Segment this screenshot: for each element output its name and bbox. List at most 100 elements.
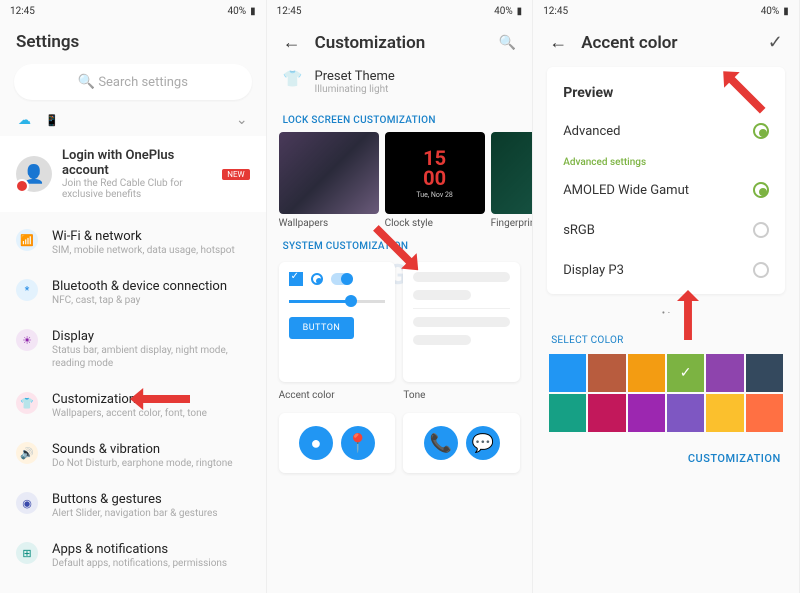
label-clock: Clock style xyxy=(385,218,485,229)
menu-subtitle: NFC, cast, tap & pay xyxy=(52,294,227,307)
preset-title: Preset Theme xyxy=(315,69,395,84)
label-wallpapers: Wallpapers xyxy=(279,218,379,229)
tone-card[interactable] xyxy=(403,262,520,382)
menu-item-buttons-gestures[interactable]: ◉ Buttons & gestures Alert Slider, navig… xyxy=(0,481,266,531)
advanced-settings-label: Advanced settings xyxy=(547,151,785,170)
color-swatch[interactable] xyxy=(549,394,586,432)
menu-item-customization[interactable]: 👕 Customization Wallpapers, accent color… xyxy=(0,381,266,431)
menu-title: Sounds & vibration xyxy=(52,442,233,457)
color-mode-option[interactable]: sRGB xyxy=(547,210,785,250)
radio-icon xyxy=(311,273,323,285)
shape-card[interactable]: 📞 💬 xyxy=(403,413,520,473)
menu-title: Apps & notifications xyxy=(52,542,227,557)
menu-item-display[interactable]: ☀ Display Status bar, ambient display, n… xyxy=(0,318,266,381)
radio-off-icon xyxy=(753,262,769,278)
lock-scroller[interactable]: 15 00 Tue, Nov 28 xyxy=(267,132,533,214)
clock-date: Tue, Nov 28 xyxy=(416,192,452,199)
page-title: Customization xyxy=(315,33,426,53)
preview-advanced-row[interactable]: Advanced xyxy=(547,111,785,151)
search-placeholder: Search settings xyxy=(98,75,188,90)
search-button[interactable] xyxy=(499,35,516,51)
menu-title: Buttons & gestures xyxy=(52,492,218,507)
login-subtitle: Join the Red Cable Club for exclusive be… xyxy=(62,178,212,200)
color-swatch[interactable] xyxy=(549,354,586,392)
menu-item-sounds-vibration[interactable]: 🔊 Sounds & vibration Do Not Disturb, ear… xyxy=(0,431,266,481)
settings-pane: 12:45 40% ▮ Settings Search settings 👤 L… xyxy=(0,0,267,593)
select-color-header: SELECT COLOR xyxy=(533,325,799,354)
wallpaper-card[interactable] xyxy=(279,132,379,214)
color-mode-option[interactable]: Display P3 xyxy=(547,250,785,290)
login-row[interactable]: 👤 Login with OnePlus account Join the Re… xyxy=(0,136,266,212)
lock-labels: Wallpapers Clock style Fingerprint xyxy=(267,214,533,231)
color-swatch[interactable] xyxy=(706,354,743,392)
label-accent: Accent color xyxy=(279,390,396,401)
icon-pack-card[interactable]: ● 📍 xyxy=(279,413,396,473)
color-mode-option[interactable]: AMOLED Wide Gamut xyxy=(547,170,785,210)
menu-icon: * xyxy=(16,279,38,301)
menu-icon: ☀ xyxy=(16,329,38,351)
customization-pane: 12:45 40%▮ Customization Preset Theme Il… xyxy=(267,0,534,593)
menu-subtitle: Alert Slider, navigation bar & gestures xyxy=(52,507,218,520)
page-title: Accent color xyxy=(581,33,677,53)
option-label: sRGB xyxy=(563,223,595,238)
settings-header: Settings xyxy=(0,22,266,58)
back-button[interactable] xyxy=(549,32,567,53)
search-input[interactable]: Search settings xyxy=(14,64,252,100)
battery-icon: ▮ xyxy=(250,6,256,17)
confirm-button[interactable] xyxy=(768,32,783,53)
customization-link[interactable]: CUSTOMIZATION xyxy=(533,432,799,473)
color-swatch[interactable]: ✓ xyxy=(667,354,704,392)
preset-theme-row[interactable]: Preset Theme Illuminating light xyxy=(267,59,533,105)
color-swatch[interactable] xyxy=(706,394,743,432)
chevron-down-icon xyxy=(236,112,248,128)
avatar: 👤 xyxy=(16,156,52,192)
slider-icon xyxy=(289,300,386,303)
clock-style-card[interactable]: 15 00 Tue, Nov 28 xyxy=(385,132,485,214)
accent-color-card[interactable]: BUTTON xyxy=(279,262,396,382)
cloud-row[interactable] xyxy=(0,106,266,134)
menu-icon: ◉ xyxy=(16,492,38,514)
checkbox-icon xyxy=(289,272,303,286)
option-label: Display P3 xyxy=(563,263,624,278)
status-bar: 12:45 40% ▮ xyxy=(0,0,266,22)
menu-subtitle: Default apps, notifications, permissions xyxy=(52,557,227,570)
label-fingerprint: Fingerprint xyxy=(491,218,534,229)
color-grid: ✓ xyxy=(533,354,799,432)
menu-icon: 📶 xyxy=(16,229,38,251)
login-title: Login with OnePlus account xyxy=(62,148,212,178)
clock-min: 00 xyxy=(423,168,446,188)
menu-icon: ⊞ xyxy=(16,542,38,564)
status-battery: 40% xyxy=(761,6,780,17)
color-swatch[interactable] xyxy=(588,354,625,392)
menu-item-apps-notifications[interactable]: ⊞ Apps & notifications Default apps, not… xyxy=(0,531,266,581)
menu-subtitle: Wallpapers, accent color, font, tone xyxy=(52,407,207,420)
status-time: 12:45 xyxy=(277,6,302,17)
status-bar: 12:45 40%▮ xyxy=(267,0,533,22)
menu-subtitle: SIM, mobile network, data usage, hotspot xyxy=(52,244,235,257)
color-swatch[interactable] xyxy=(588,394,625,432)
status-time: 12:45 xyxy=(10,6,35,17)
color-swatch[interactable] xyxy=(667,394,704,432)
fingerprint-card[interactable] xyxy=(491,132,533,214)
message-icon: 💬 xyxy=(466,426,500,460)
color-swatch[interactable] xyxy=(746,354,783,392)
new-badge: NEW xyxy=(222,169,249,180)
accent-color-pane: 12:45 40%▮ Accent color Preview Advanced… xyxy=(533,0,800,593)
back-button[interactable] xyxy=(283,32,301,53)
sys-labels: Accent color Tone xyxy=(267,386,533,405)
menu-item-wi-fi-network[interactable]: 📶 Wi-Fi & network SIM, mobile network, d… xyxy=(0,218,266,268)
menu-title: Wi-Fi & network xyxy=(52,229,235,244)
menu-title: Bluetooth & device connection xyxy=(52,279,227,294)
search-icon xyxy=(78,75,95,90)
color-swatch[interactable] xyxy=(746,394,783,432)
color-swatch[interactable] xyxy=(628,354,665,392)
color-swatch[interactable] xyxy=(628,394,665,432)
cloud-icon xyxy=(18,113,31,128)
menu-item-bluetooth-device-connection[interactable]: * Bluetooth & device connection NFC, cas… xyxy=(0,268,266,318)
shirt-icon xyxy=(283,69,303,88)
status-time: 12:45 xyxy=(543,6,568,17)
preset-sub: Illuminating light xyxy=(315,84,395,95)
menu-icon: 🔊 xyxy=(16,442,38,464)
menu-subtitle: Status bar, ambient display, night mode,… xyxy=(52,344,250,370)
pin-icon: 📍 xyxy=(341,426,375,460)
